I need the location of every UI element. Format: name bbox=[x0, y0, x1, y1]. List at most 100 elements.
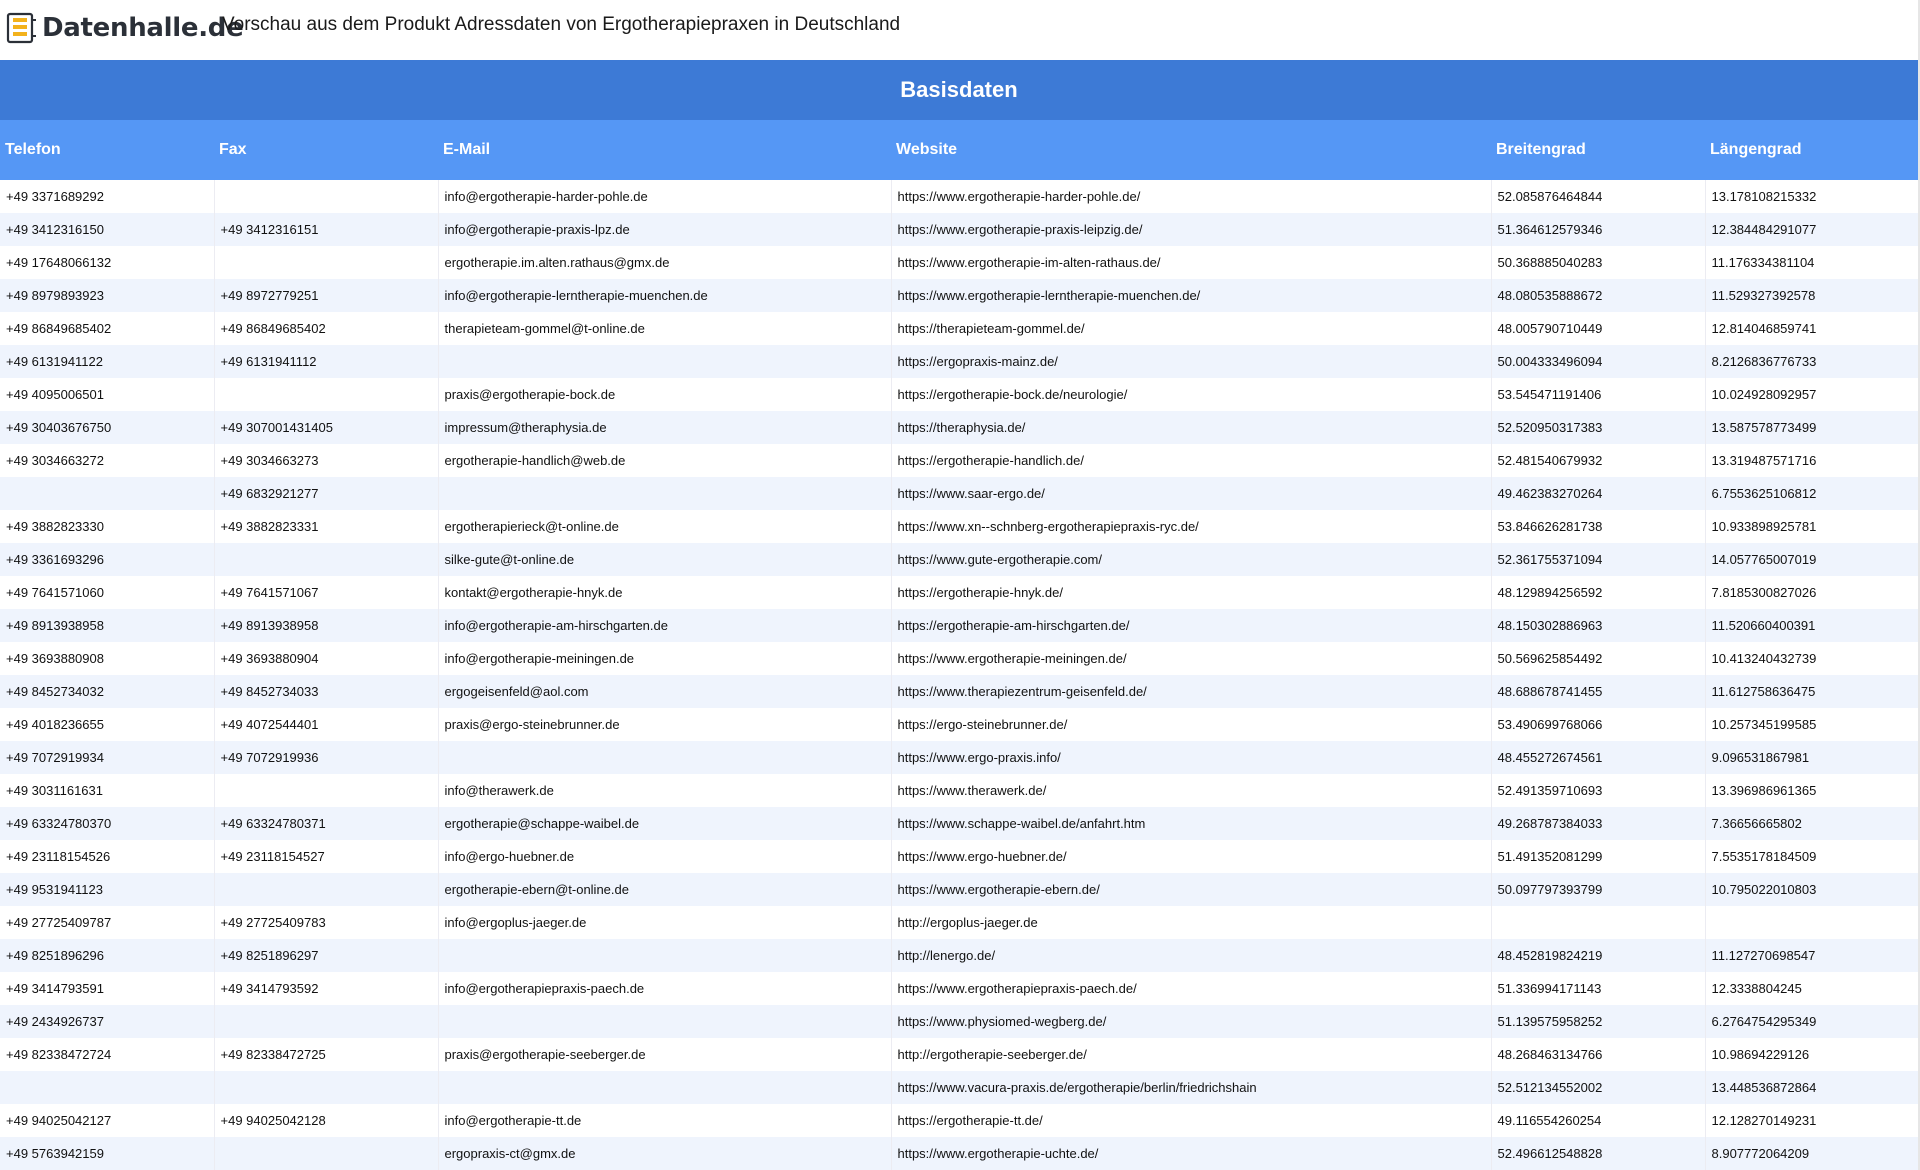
cell-email: therapieteam-gommel@t-online.de bbox=[437, 312, 891, 345]
table-body: +49 3371689292 info@ergotherapie-harder-p… bbox=[0, 180, 1918, 1170]
table-row: +49 17648066132 ergotherapie.im.alten.rat… bbox=[0, 246, 1918, 279]
cell-email: info@therawerk.de bbox=[437, 774, 891, 807]
cell-email: ergotherapie-ebern@t-online.de bbox=[437, 873, 891, 906]
cell-fax: +49 4072544401 bbox=[213, 708, 438, 741]
cell-laengengrad: 12.384484291077 bbox=[1704, 213, 1918, 246]
cell-telefon: +49 7072919934 bbox=[0, 741, 214, 774]
table-row: +49 5763942159 ergopraxis-ct@gmx.de https:… bbox=[0, 1137, 1918, 1170]
table-row: +49 4018236655 +49 4072544401 praxis@ergo-… bbox=[0, 708, 1918, 741]
cell-email: praxis@ergotherapie-seeberger.de bbox=[437, 1038, 891, 1071]
table-row: +49 94025042127 +49 94025042128 info@ergot… bbox=[0, 1104, 1918, 1137]
table-row: +49 6131941122 +49 6131941112 https://ergo… bbox=[0, 345, 1918, 378]
cell-telefon: +49 3031161631 bbox=[0, 774, 214, 807]
cell-website: https://www.ergo-praxis.info/ bbox=[890, 741, 1491, 774]
cell-breitengrad: 48.688678741455 bbox=[1490, 675, 1705, 708]
column-header-fax[interactable]: Fax bbox=[214, 120, 438, 180]
cell-fax bbox=[213, 774, 438, 807]
cell-laengengrad: 7.36656665802 bbox=[1704, 807, 1918, 840]
cell-laengengrad: 14.057765007019 bbox=[1704, 543, 1918, 576]
cell-laengengrad: 13.319487571716 bbox=[1704, 444, 1918, 477]
cell-website: https://www.physiomed-wegberg.de/ bbox=[890, 1005, 1491, 1038]
cell-laengengrad: 10.024928092957 bbox=[1704, 378, 1918, 411]
table-header-row: Telefon Fax E-Mail Website Breitengrad L… bbox=[0, 120, 1918, 180]
cell-laengengrad: 8.2126836776733 bbox=[1704, 345, 1918, 378]
table-row: +49 82338472724 +49 82338472725 praxis@erg… bbox=[0, 1038, 1918, 1071]
cell-email: info@ergo-huebner.de bbox=[437, 840, 891, 873]
cell-website: https://www.saar-ergo.de/ bbox=[890, 477, 1491, 510]
cell-email: praxis@ergotherapie-bock.de bbox=[437, 378, 891, 411]
cell-telefon: +49 6131941122 bbox=[0, 345, 214, 378]
cell-breitengrad bbox=[1490, 906, 1705, 939]
cell-fax: +49 3882823331 bbox=[213, 510, 438, 543]
cell-breitengrad: 48.268463134766 bbox=[1490, 1038, 1705, 1071]
cell-telefon: +49 3412316150 bbox=[0, 213, 214, 246]
cell-website: https://ergotherapie-bock.de/neurologie/ bbox=[890, 378, 1491, 411]
cell-telefon: +49 4095006501 bbox=[0, 378, 214, 411]
cell-email: ergopraxis-ct@gmx.de bbox=[437, 1137, 891, 1170]
cell-fax: +49 94025042128 bbox=[213, 1104, 438, 1137]
site-logo[interactable]: Datenhalle.de bbox=[6, 10, 244, 46]
cell-telefon: +49 9531941123 bbox=[0, 873, 214, 906]
cell-email bbox=[437, 741, 891, 774]
cell-laengengrad: 11.520660400391 bbox=[1704, 609, 1918, 642]
table-row: +49 4095006501 praxis@ergotherapie-bock.d… bbox=[0, 378, 1918, 411]
cell-breitengrad: 52.512134552002 bbox=[1490, 1071, 1705, 1104]
cell-website: https://ergotherapie-tt.de/ bbox=[890, 1104, 1491, 1137]
cell-laengengrad: 10.933898925781 bbox=[1704, 510, 1918, 543]
cell-fax: +49 8972779251 bbox=[213, 279, 438, 312]
table-row: +49 9531941123 ergotherapie-ebern@t-onlin… bbox=[0, 873, 1918, 906]
table-row: +49 2434926737 https://www.physiomed-wegb… bbox=[0, 1005, 1918, 1038]
table-row: +49 63324780370 +49 63324780371 ergotherap… bbox=[0, 807, 1918, 840]
cell-email bbox=[437, 939, 891, 972]
cell-laengengrad: 11.127270698547 bbox=[1704, 939, 1918, 972]
cell-breitengrad: 48.005790710449 bbox=[1490, 312, 1705, 345]
cell-breitengrad: 50.368885040283 bbox=[1490, 246, 1705, 279]
cell-laengengrad bbox=[1704, 906, 1918, 939]
cell-website: http://lenergo.de/ bbox=[890, 939, 1491, 972]
data-table: Telefon Fax E-Mail Website Breitengrad L… bbox=[0, 120, 1918, 1170]
cell-fax bbox=[213, 246, 438, 279]
cell-fax bbox=[213, 543, 438, 576]
column-header-breitengrad[interactable]: Breitengrad bbox=[1491, 120, 1705, 180]
cell-breitengrad: 48.080535888672 bbox=[1490, 279, 1705, 312]
cell-website: https://www.ergo-huebner.de/ bbox=[890, 840, 1491, 873]
cell-email: kontakt@ergotherapie-hnyk.de bbox=[437, 576, 891, 609]
cell-telefon: +49 8251896296 bbox=[0, 939, 214, 972]
cell-telefon: +49 8913938958 bbox=[0, 609, 214, 642]
cell-telefon: +49 82338472724 bbox=[0, 1038, 214, 1071]
cell-email: info@ergotherapie-praxis-lpz.de bbox=[437, 213, 891, 246]
cell-email: praxis@ergo-steinebrunner.de bbox=[437, 708, 891, 741]
column-header-website[interactable]: Website bbox=[891, 120, 1491, 180]
cell-breitengrad: 51.364612579346 bbox=[1490, 213, 1705, 246]
cell-website: https://www.ergotherapie-uchte.de/ bbox=[890, 1137, 1491, 1170]
cell-fax: +49 23118154527 bbox=[213, 840, 438, 873]
cell-website: https://www.vacura-praxis.de/ergotherapi… bbox=[890, 1071, 1491, 1104]
cell-fax bbox=[213, 1005, 438, 1038]
column-header-telefon[interactable]: Telefon bbox=[0, 120, 214, 180]
cell-website: http://ergoplus-jaeger.de bbox=[890, 906, 1491, 939]
cell-telefon: +49 4018236655 bbox=[0, 708, 214, 741]
cell-laengengrad: 10.98694229126 bbox=[1704, 1038, 1918, 1071]
cell-breitengrad: 52.085876464844 bbox=[1490, 180, 1705, 213]
column-header-laengengrad[interactable]: Längengrad bbox=[1705, 120, 1918, 180]
cell-telefon: +49 8979893923 bbox=[0, 279, 214, 312]
cell-email: impressum@theraphysia.de bbox=[437, 411, 891, 444]
cell-website: https://www.schappe-waibel.de/anfahrt.ht… bbox=[890, 807, 1491, 840]
section-header: Basisdaten bbox=[0, 60, 1918, 120]
cell-breitengrad: 48.129894256592 bbox=[1490, 576, 1705, 609]
cell-laengengrad: 10.257345199585 bbox=[1704, 708, 1918, 741]
cell-telefon: +49 30403676750 bbox=[0, 411, 214, 444]
cell-laengengrad: 13.178108215332 bbox=[1704, 180, 1918, 213]
cell-telefon: +49 3882823330 bbox=[0, 510, 214, 543]
cell-fax: +49 27725409783 bbox=[213, 906, 438, 939]
cell-website: https://www.therapiezentrum-geisenfeld.d… bbox=[890, 675, 1491, 708]
logo-text: Datenhalle.de bbox=[42, 13, 244, 43]
column-header-email[interactable]: E-Mail bbox=[438, 120, 891, 180]
table-row: +49 86849685402 +49 86849685402 therapiete… bbox=[0, 312, 1918, 345]
cell-fax: +49 7641571067 bbox=[213, 576, 438, 609]
table-row: https://www.vacura-praxis.de/ergotherapi… bbox=[0, 1071, 1918, 1104]
cell-breitengrad: 49.116554260254 bbox=[1490, 1104, 1705, 1137]
cell-breitengrad: 53.490699768066 bbox=[1490, 708, 1705, 741]
cell-website: https://ergo-steinebrunner.de/ bbox=[890, 708, 1491, 741]
cell-breitengrad: 51.491352081299 bbox=[1490, 840, 1705, 873]
